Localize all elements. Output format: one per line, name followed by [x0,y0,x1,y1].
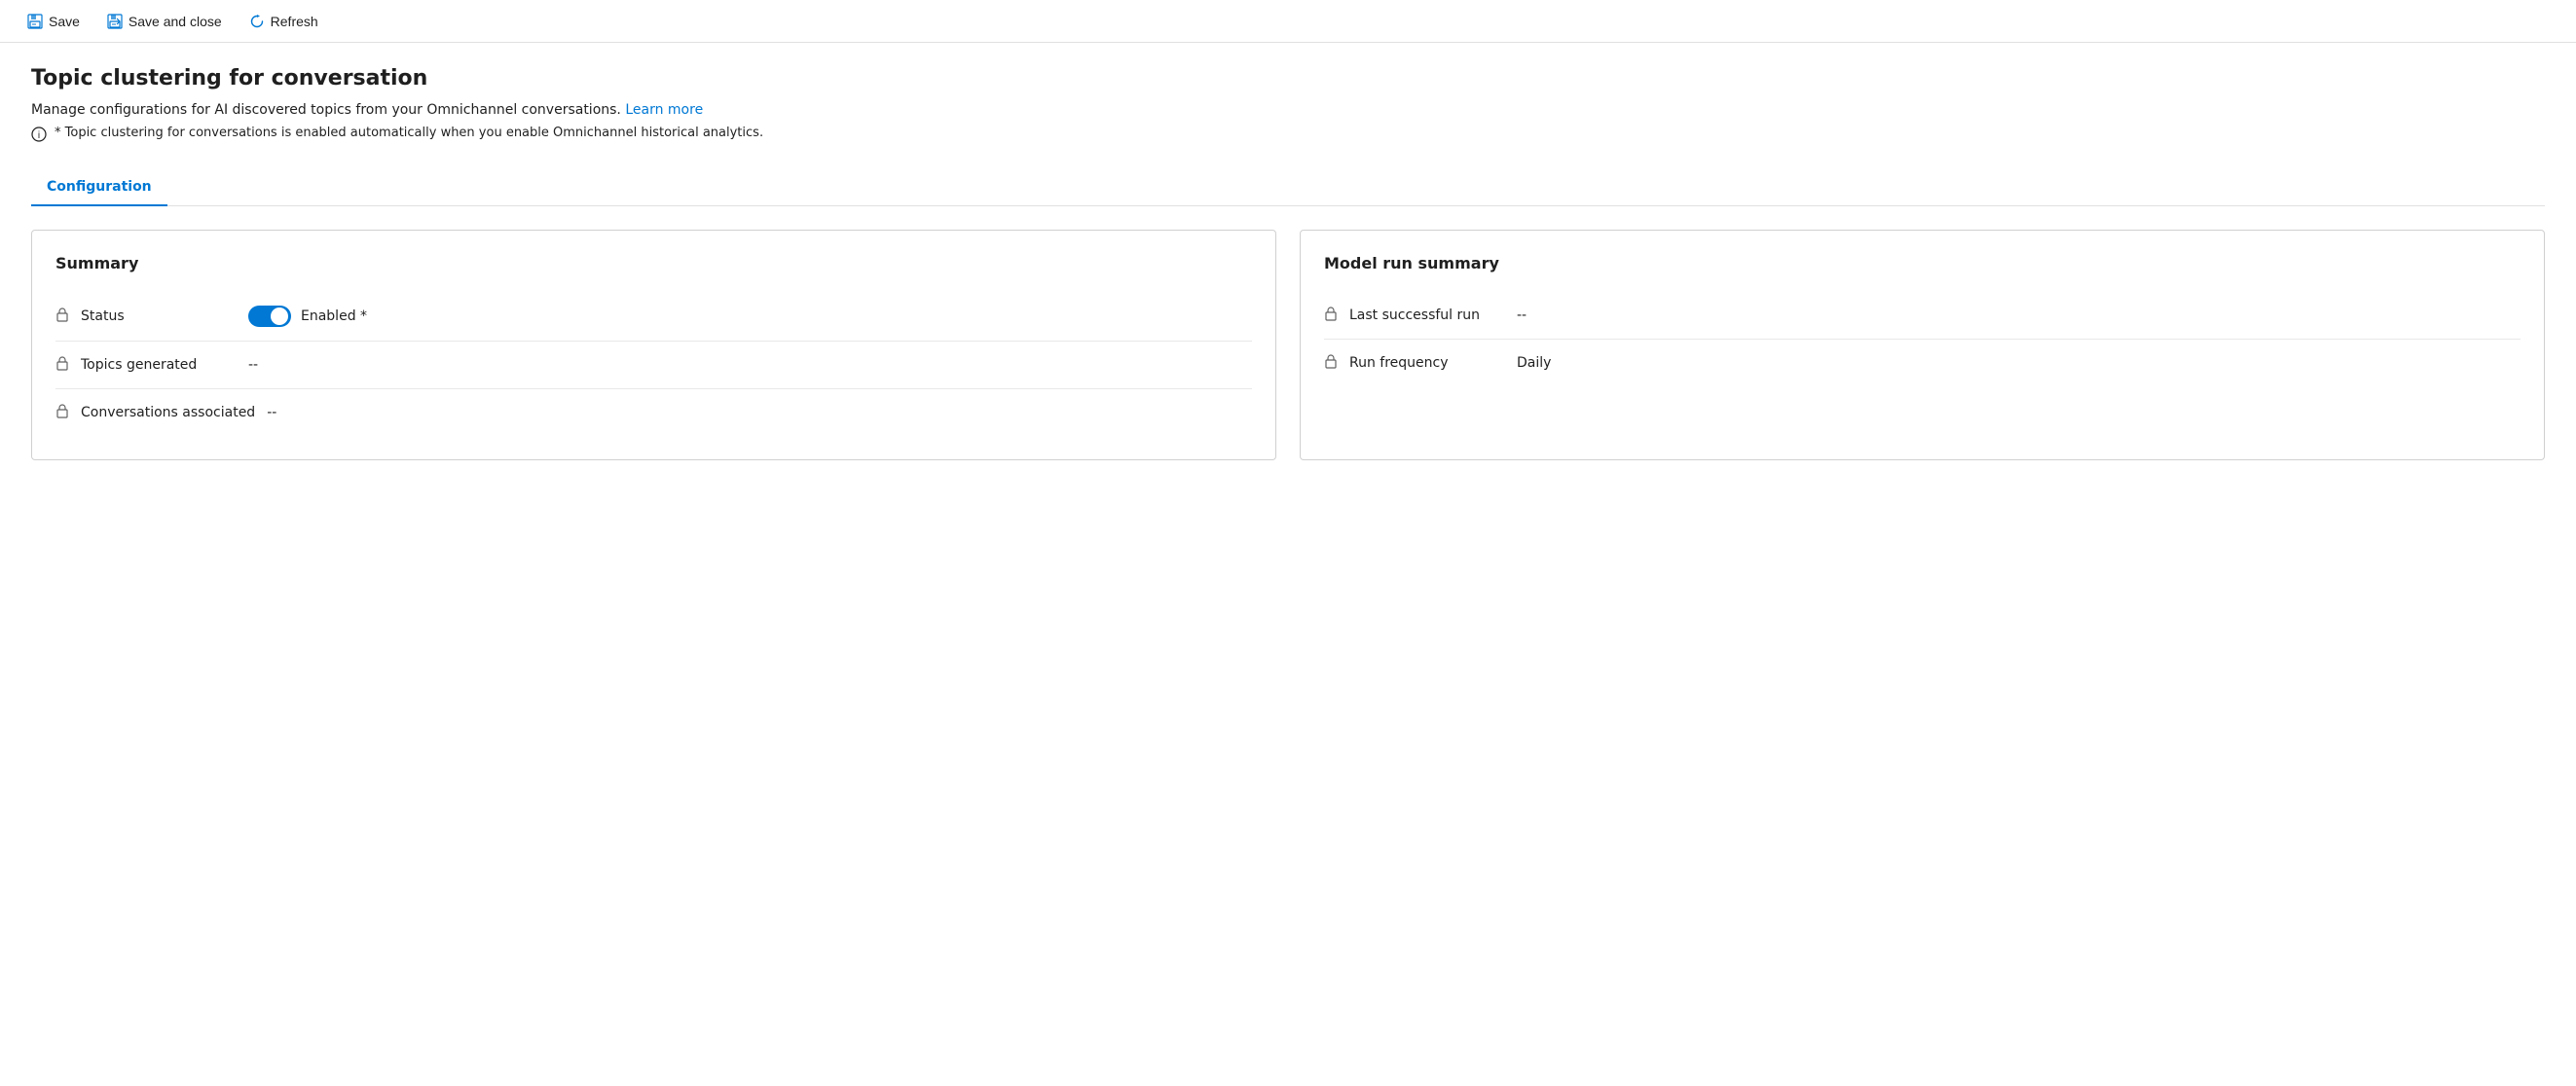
conversations-associated-value: -- [267,405,276,420]
run-frequency-value: Daily [1517,355,1551,371]
page-description: Manage configurations for AI discovered … [31,102,2545,118]
svg-text:i: i [38,130,40,141]
status-field-row: Status Enabled * [55,292,1252,342]
last-run-field-row: Last successful run -- [1324,292,2521,340]
status-toggle-container: Enabled * [248,306,367,327]
save-icon [27,14,43,29]
tab-configuration-label: Configuration [47,179,152,195]
description-text: Manage configurations for AI discovered … [31,102,621,118]
topics-generated-field-row: Topics generated -- [55,342,1252,389]
tab-configuration[interactable]: Configuration [31,169,167,206]
refresh-label: Refresh [271,14,318,29]
status-toggle[interactable] [248,306,291,327]
cards-row: Summary Status Enabled * [31,230,2545,460]
status-lock-icon [55,307,69,326]
topics-generated-value: -- [248,357,258,373]
learn-more-link[interactable]: Learn more [625,102,703,118]
status-toggle-label: Enabled * [301,308,367,324]
summary-card: Summary Status Enabled * [31,230,1276,460]
info-note-text: * Topic clustering for conversations is … [55,126,763,140]
save-button[interactable]: Save [16,8,92,35]
summary-card-title: Summary [55,254,1252,272]
conversations-lock-icon [55,403,69,422]
toggle-slider [248,306,291,327]
run-frequency-field-row: Run frequency Daily [1324,340,2521,386]
toolbar: Save Save and close Refresh [0,0,2576,43]
save-label: Save [49,14,80,29]
info-note: i * Topic clustering for conversations i… [31,126,2545,146]
refresh-icon [249,14,265,29]
conversations-associated-field-row: Conversations associated -- [55,389,1252,436]
last-run-lock-icon [1324,306,1338,325]
toggle-asterisk: * [360,308,367,324]
topics-lock-icon [55,355,69,375]
save-close-icon [107,14,123,29]
main-content: Topic clustering for conversation Manage… [0,43,2576,484]
topics-generated-label: Topics generated [81,357,237,373]
model-run-card: Model run summary Last successful run -- [1300,230,2545,460]
conversations-associated-label: Conversations associated [81,405,255,420]
info-icon: i [31,127,47,146]
save-and-close-button[interactable]: Save and close [95,8,234,35]
tabs-container: Configuration [31,169,2545,206]
last-run-value: -- [1517,308,1527,323]
refresh-button[interactable]: Refresh [238,8,330,35]
run-frequency-label: Run frequency [1349,355,1505,371]
save-and-close-label: Save and close [129,14,222,29]
run-frequency-lock-icon [1324,353,1338,373]
model-run-card-title: Model run summary [1324,254,2521,272]
last-run-label: Last successful run [1349,308,1505,323]
status-label: Status [81,308,237,324]
page-title: Topic clustering for conversation [31,66,2545,90]
